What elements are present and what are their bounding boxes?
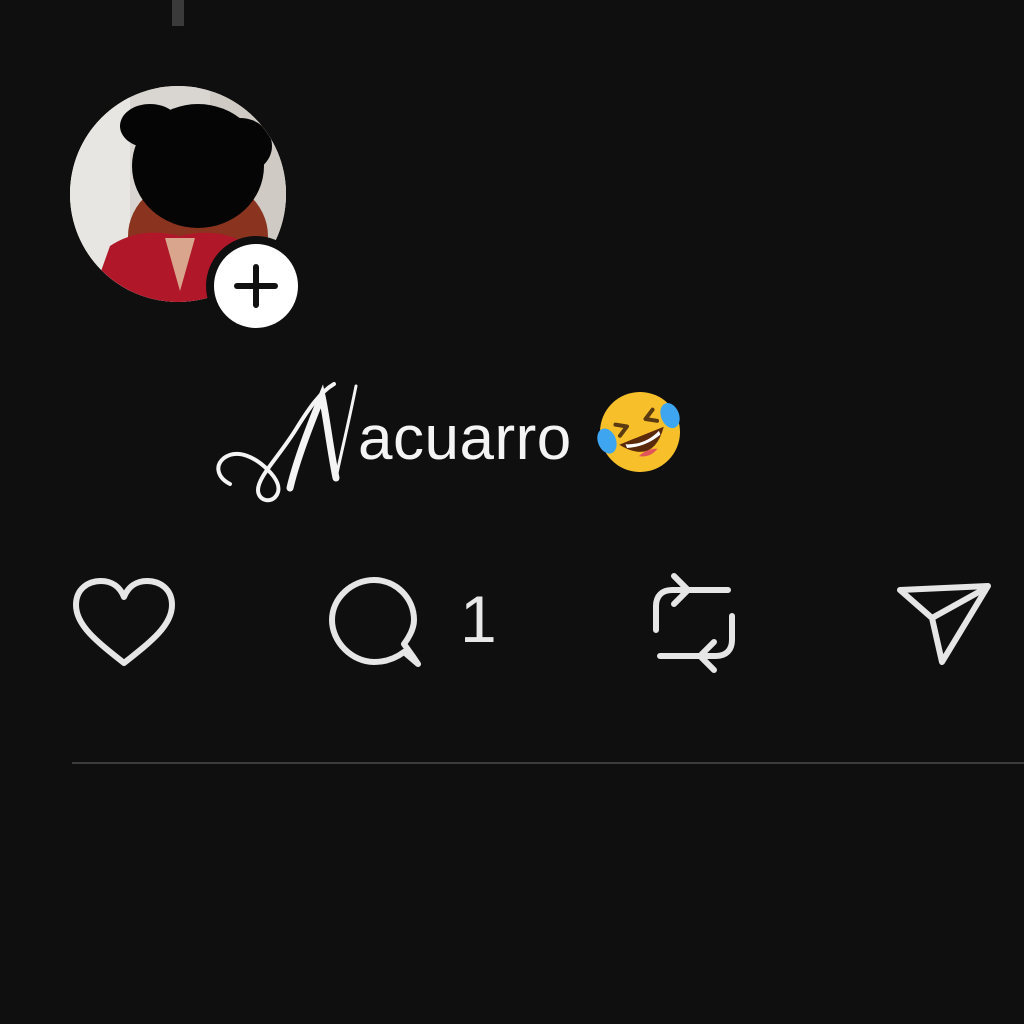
post-divider [72,762,1024,764]
share-button[interactable] [894,578,994,668]
plus-icon [234,264,278,308]
heart-icon [73,578,175,666]
post-text-body: acuarro [358,404,572,473]
comment-icon [329,577,421,667]
send-icon [897,583,991,665]
thread-connector-line [172,0,184,26]
reply-button[interactable]: 1 [326,574,497,674]
post-text: N acuarro [210,366,684,516]
thread-post: N acuarro 1 [0,0,1024,1024]
author-avatar-wrap[interactable] [70,86,306,336]
script-initial: N [216,382,358,503]
like-button[interactable] [70,575,178,671]
repost-icon [653,573,735,673]
reply-count: 1 [460,582,497,656]
follow-button[interactable] [206,236,306,336]
repost-button[interactable] [644,570,744,676]
rolling-on-the-floor-laughing-emoji [597,392,680,472]
